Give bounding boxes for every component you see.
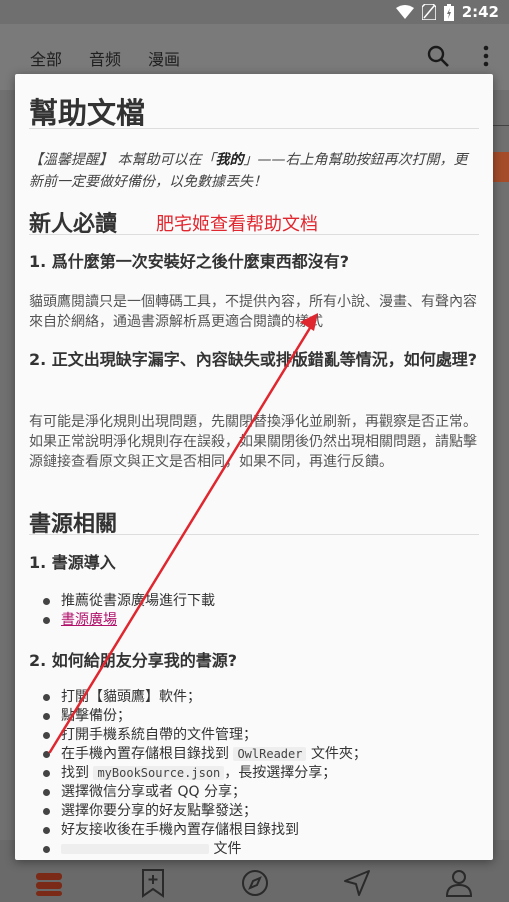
list-item: 選擇你要分享的好友點擊發送； bbox=[43, 802, 473, 821]
list-text: 文件夾； bbox=[310, 746, 367, 762]
notice-text: 【溫馨提醒】 本幫助可以在「我的」——右上角幫助按鈕再次打開，更新前一定要做好備… bbox=[29, 149, 479, 193]
dialog-title: 幫助文檔 bbox=[29, 96, 146, 130]
list-item: 書源廣場 bbox=[43, 611, 473, 630]
navigation-icon[interactable] bbox=[342, 868, 372, 898]
underlay-accent bbox=[492, 152, 509, 182]
tab-audio[interactable]: 音频 bbox=[89, 46, 121, 70]
faq-q2: 2. 正文出現缺字漏字、內容缺失或排版錯亂等情況，如何處理? bbox=[29, 350, 478, 369]
source-q1-list: 推薦從書源廣場進行下載 書源廣場 bbox=[43, 592, 473, 630]
help-dialog: 幫助文檔 【溫馨提醒】 本幫助可以在「我的」——右上角幫助按鈕再次打開，更新前一… bbox=[15, 74, 493, 860]
faq-a2: 有可能是淨化規則出現問題，先關閉替換淨化並刷新，再觀察是否正常。如果正常說明淨化… bbox=[29, 414, 477, 470]
compass-icon[interactable] bbox=[240, 868, 270, 898]
status-icons: 2:42 bbox=[395, 3, 499, 21]
notice-part1: 本幫助可以在「 bbox=[113, 152, 216, 168]
annotation-text: 肥宅姬查看帮助文档 bbox=[156, 214, 318, 235]
tab-all[interactable]: 全部 bbox=[30, 46, 62, 70]
source-q2: 2. 如何給朋友分享我的書源? bbox=[29, 651, 238, 670]
bookshelf-icon[interactable] bbox=[34, 868, 64, 898]
status-bar: 2:42 bbox=[0, 0, 509, 24]
title-divider bbox=[29, 128, 479, 129]
search-icon[interactable] bbox=[426, 44, 450, 68]
list-item-partial: 文件 bbox=[43, 840, 473, 859]
list-item: 選擇微信分享或者 QQ 分享； bbox=[43, 783, 473, 802]
list-text: ，長按選擇分享； bbox=[224, 765, 337, 781]
list-text: 在手機內置存儲根目錄找到 bbox=[61, 746, 229, 762]
source-q2-list: 打開【貓頭鷹】軟件； 點擊備份； 打開手機系統自帶的文件管理； 在手機內置存儲根… bbox=[43, 688, 473, 859]
section-source-divider bbox=[29, 534, 479, 535]
list-item: 打開手機系統自帶的文件管理； bbox=[43, 726, 473, 745]
list-item: 點擊備份； bbox=[43, 707, 473, 726]
battery-icon bbox=[443, 3, 454, 21]
code-booksource: myBookSource.json bbox=[93, 766, 225, 780]
notice-bold: 我的 bbox=[215, 152, 244, 168]
notice-bracket: 【溫馨提醒】 bbox=[29, 152, 113, 168]
faq-a1: 貓頭鷹閱讀只是一個轉碼工具，不提供內容，所有小說、漫畫、有聲內容來自於網絡，通過… bbox=[29, 294, 477, 330]
list-text: 找到 bbox=[61, 765, 89, 781]
code-owlreader: OwlReader bbox=[233, 747, 307, 761]
more-vert-icon[interactable] bbox=[480, 44, 492, 68]
list-item: 在手機內置存儲根目錄找到 OwlReader 文件夾； bbox=[43, 745, 473, 764]
faq-q1: 1. 爲什麼第一次安裝好之後什麼東西都沒有? bbox=[29, 252, 350, 271]
sim-icon bbox=[421, 4, 436, 20]
profile-icon[interactable] bbox=[444, 868, 474, 898]
source-q1: 1. 書源導入 bbox=[29, 553, 116, 572]
list-item: 打開【貓頭鷹】軟件； bbox=[43, 688, 473, 707]
wifi-icon bbox=[395, 5, 414, 19]
bookmark-icon[interactable] bbox=[138, 868, 168, 898]
list-item: 找到 myBookSource.json ，長按選擇分享； bbox=[43, 764, 473, 783]
source-plaza-link[interactable]: 書源廣場 bbox=[61, 612, 117, 628]
list-item: 好友接收後在手機內置存儲根目錄找到 bbox=[43, 821, 473, 840]
list-item: 推薦從書源廣場進行下載 bbox=[43, 592, 473, 611]
status-time: 2:42 bbox=[461, 3, 499, 21]
code-partial bbox=[61, 844, 209, 854]
tab-comic[interactable]: 漫画 bbox=[148, 46, 180, 70]
list-text: 文件 bbox=[213, 841, 242, 857]
